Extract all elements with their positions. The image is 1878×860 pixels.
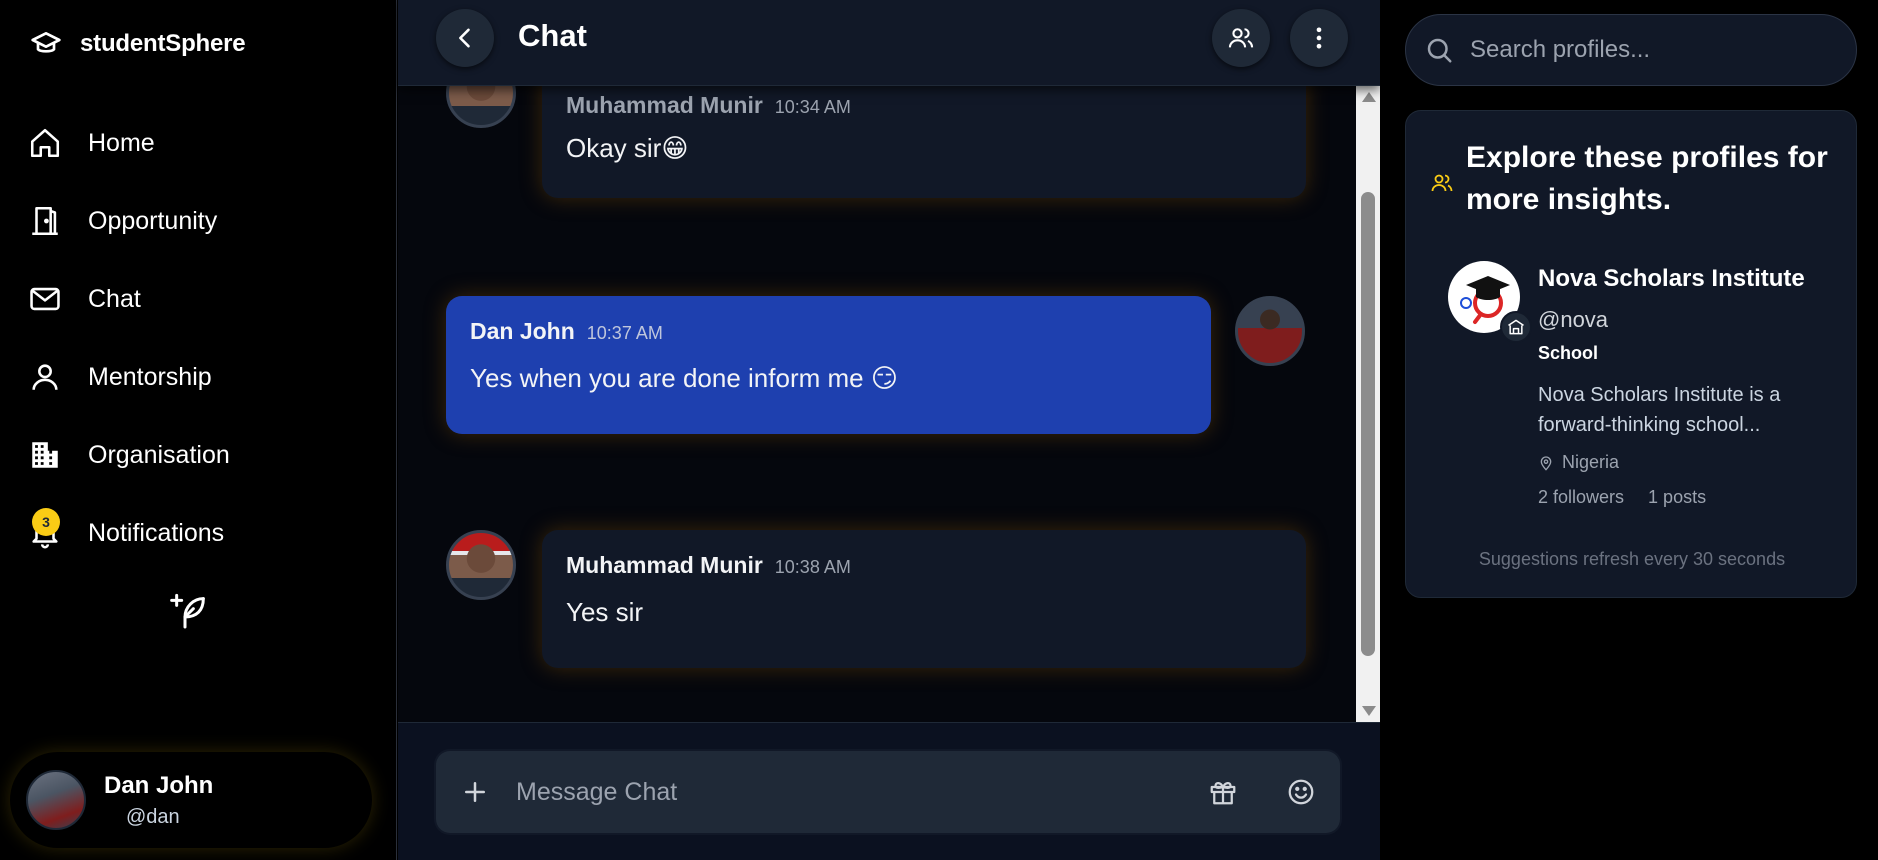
gift-icon[interactable] (1208, 777, 1238, 807)
nav-label: Opportunity (88, 206, 218, 235)
message-list[interactable]: Muhammad Munir 10:34 AM Okay sir😁 Dan Jo… (398, 86, 1356, 722)
brand-logo[interactable]: studentSphere (28, 28, 246, 60)
profile-name[interactable]: Nova Scholars Institute (1538, 265, 1828, 293)
message-scrollbar[interactable] (1356, 86, 1380, 722)
current-user-name: Dan John (104, 771, 214, 799)
scroll-up-arrow[interactable] (1362, 92, 1376, 102)
refresh-note: Suggestions refresh every 30 seconds (1478, 549, 1786, 569)
profile-stats: 2 followers 1 posts (1538, 487, 1828, 508)
school-badge (1500, 311, 1532, 343)
back-button[interactable] (436, 9, 494, 67)
scroll-thumb[interactable] (1361, 192, 1375, 656)
nav-item-opportunity[interactable]: Opportunity (28, 182, 230, 260)
profile-location: Nigeria (1538, 452, 1828, 473)
nav-label: Organisation (88, 440, 230, 469)
message-author: Muhammad Munir (566, 92, 763, 118)
message-bubble: Muhammad Munir 10:34 AM Okay sir😁 (542, 86, 1306, 198)
profile-description: Nova Scholars Institute is a forward-thi… (1538, 384, 1781, 436)
search-input[interactable] (1470, 36, 1830, 64)
more-vertical-icon (1316, 27, 1322, 49)
home-icon (30, 128, 60, 158)
message-input[interactable] (516, 777, 1208, 807)
nav-item-mentorship[interactable]: Mentorship (28, 338, 230, 416)
chat-panel: Chat Muhammad Munir 10:34 AM Okay sir😁 D… (398, 0, 1380, 860)
profile-type: School (1538, 343, 1599, 363)
map-pin-icon (1540, 455, 1552, 471)
building-icon (32, 442, 58, 468)
avatar (26, 770, 86, 830)
message-time: 10:38 AM (774, 557, 851, 577)
profile-handle: @nova (1538, 307, 1609, 332)
message-author: Dan John (470, 318, 575, 344)
chat-header: Chat (398, 0, 1380, 86)
avatar[interactable] (446, 530, 516, 600)
institution-icon (1508, 319, 1524, 335)
emoji-icon[interactable] (1286, 777, 1316, 807)
explore-profiles-card: Explore these profiles for more insights… (1405, 110, 1857, 598)
mail-icon (30, 287, 60, 311)
avatar[interactable] (446, 86, 516, 128)
current-user-card[interactable]: Dan John @dan (10, 752, 372, 848)
nav-item-home[interactable]: Home (28, 104, 230, 182)
main-nav: Home Opportunity Chat Mentorship Organis… (28, 104, 230, 572)
notification-count-badge: 3 (32, 508, 60, 536)
message-text: Yes sir (566, 597, 644, 627)
scroll-down-arrow[interactable] (1362, 706, 1376, 716)
composer-area (398, 722, 1380, 860)
avatar[interactable] (1235, 296, 1305, 366)
message-bubble-mine: Dan John 10:37 AM Yes when you are done … (446, 296, 1211, 434)
search-icon (1427, 38, 1452, 63)
chat-title: Chat (518, 18, 587, 53)
message-bubble: Muhammad Munir 10:38 AM Yes sir (542, 530, 1306, 668)
message-time: 10:37 AM (586, 323, 663, 343)
message-composer (436, 751, 1340, 833)
user-icon (32, 364, 58, 390)
current-user-handle: @dan (126, 805, 180, 828)
nav-item-chat[interactable]: Chat (28, 260, 230, 338)
nav-label: Notifications (88, 518, 225, 547)
nav-item-notifications[interactable]: 3 Notifications (28, 494, 230, 572)
profile-search[interactable] (1405, 14, 1857, 86)
users-icon (1228, 28, 1254, 48)
message-time: 10:34 AM (774, 97, 851, 117)
profile-followers: 2 followers (1538, 487, 1625, 507)
nav-label: Chat (88, 284, 141, 313)
profile-posts: 1 posts (1648, 487, 1707, 507)
chevron-left-icon (459, 28, 470, 48)
plus-icon[interactable] (460, 777, 490, 807)
message-text: Yes when you are done inform me 😏 (470, 363, 898, 393)
nav-item-organisation[interactable]: Organisation (28, 416, 230, 494)
nav-label: Mentorship (88, 362, 212, 391)
profile-location-text: Nigeria (1562, 452, 1620, 472)
feather-plus-icon[interactable] (170, 592, 210, 632)
left-sidebar: studentSphere Home Opportunity Chat Ment… (0, 0, 397, 860)
message-author: Muhammad Munir (566, 552, 763, 578)
graduation-cap-icon (31, 32, 61, 53)
users-icon (1431, 174, 1453, 192)
right-panel: Explore these profiles for more insights… (1381, 0, 1878, 860)
nav-label: Home (88, 128, 155, 157)
members-button[interactable] (1212, 9, 1270, 67)
explore-title: Explore these profiles for more insights… (1466, 141, 1828, 216)
message-text: Okay sir😁 (566, 133, 689, 163)
brand-name: studentSphere (80, 30, 246, 57)
door-icon (32, 206, 58, 236)
more-options-button[interactable] (1290, 9, 1348, 67)
